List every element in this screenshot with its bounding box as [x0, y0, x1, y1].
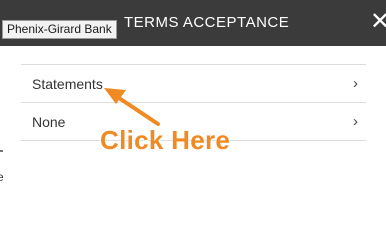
- chevron-right-icon: ›: [353, 75, 358, 92]
- background-fragment: [0, 150, 3, 152]
- menu-item-statements[interactable]: Statements ›: [21, 65, 366, 103]
- menu-item-label: None: [32, 114, 66, 130]
- menu-item-label: Statements: [32, 76, 103, 92]
- terms-acceptance-modal: TERMS ACCEPTANCE ✕ Phenix-Girard Bank St…: [0, 0, 386, 218]
- bank-name-tooltip: Phenix-Girard Bank: [2, 20, 117, 39]
- click-here-annotation: Click Here: [100, 125, 231, 155]
- chevron-right-icon: ›: [353, 113, 358, 130]
- close-icon[interactable]: ✕: [370, 8, 386, 36]
- modal-title: TERMS ACCEPTANCE: [124, 14, 290, 31]
- background-text-fragment: e: [0, 170, 4, 184]
